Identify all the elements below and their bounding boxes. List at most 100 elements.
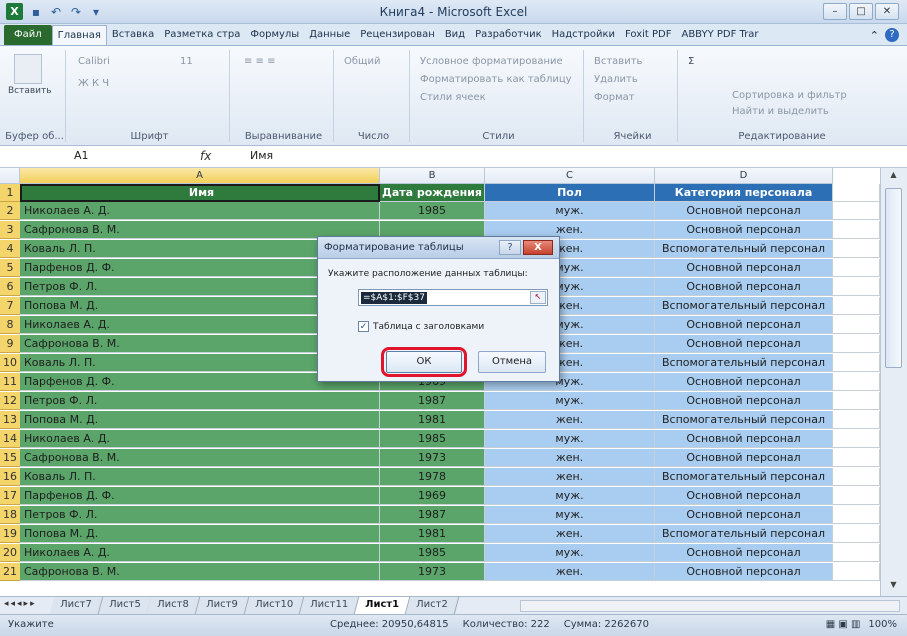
font-name-select[interactable]: Calibri [78,56,110,67]
cell-gender[interactable]: муж. [485,392,655,410]
range-input[interactable]: =$A$1:$F$37 ↖ [358,289,548,306]
cell-name[interactable]: Попова М. Д. [20,525,380,543]
cell-birth-year[interactable]: 1987 [380,392,485,410]
cell-empty[interactable] [833,468,880,486]
help-icon[interactable]: ? [885,28,899,42]
minimize-button[interactable]: – [823,3,847,20]
cell-category[interactable]: Вспомогательный персонал [655,297,833,315]
cell-gender[interactable]: жен. [485,468,655,486]
tab-home[interactable]: Главная [51,25,107,45]
scroll-thumb[interactable] [885,188,902,368]
sheet-tab[interactable]: Лист9 [195,597,250,614]
cell-birth-year[interactable]: 1987 [380,506,485,524]
row-header[interactable]: 9 [0,335,20,353]
cell-empty[interactable] [833,184,880,202]
scroll-down-icon[interactable]: ▼ [885,580,902,594]
row-header[interactable]: 20 [0,544,20,562]
row-header[interactable]: 11 [0,373,20,391]
cell-gender[interactable]: муж. [485,202,655,220]
cell-birth-year[interactable]: 1985 [380,544,485,562]
cell-empty[interactable] [833,335,880,353]
select-all-corner[interactable] [0,168,20,184]
sheet-nav-arrows[interactable]: ◂◂◂▸▸ [4,599,37,609]
cell-styles-button[interactable]: Стили ячеек [420,92,486,103]
row-header[interactable]: 21 [0,563,20,581]
cell-birth-year[interactable]: 1969 [380,487,485,505]
cell-empty[interactable] [833,373,880,391]
sheet-tab[interactable]: Лист10 [244,597,305,614]
cell-gender[interactable]: жен. [485,525,655,543]
cell-category[interactable]: Вспомогательный персонал [655,240,833,258]
cell-name[interactable]: Николаев А. Д. [20,202,380,220]
cell-empty[interactable] [833,392,880,410]
cell-category[interactable]: Основной персонал [655,259,833,277]
column-header-b[interactable]: B [380,168,485,184]
view-buttons[interactable]: ▦ ▣ ▥ [826,619,861,630]
cell-birth-year[interactable]: 1973 [380,449,485,467]
cell-category[interactable]: Вспомогательный персонал [655,411,833,429]
cell-empty[interactable] [833,202,880,220]
row-header[interactable]: 14 [0,430,20,448]
cell-empty[interactable] [833,411,880,429]
row-header[interactable]: 17 [0,487,20,505]
sheet-tab[interactable]: Лист8 [147,597,201,614]
zoom-level[interactable]: 100% [868,619,897,630]
cell-category[interactable]: Вспомогательный персонал [655,525,833,543]
fx-icon[interactable]: fx [200,149,211,163]
cell-gender[interactable]: жен. [485,411,655,429]
format-as-table-button[interactable]: Форматировать как таблицу [420,74,572,85]
cell-gender[interactable]: жен. [485,563,655,581]
sheet-tab[interactable]: Лист11 [299,597,360,614]
cell-name[interactable]: Сафронова В. М. [20,563,380,581]
row-header[interactable]: 16 [0,468,20,486]
cell-empty[interactable] [833,221,880,239]
cell-name[interactable]: Коваль Л. П. [20,468,380,486]
row-header[interactable]: 3 [0,221,20,239]
ok-button[interactable]: ОК [386,351,462,373]
cell-name[interactable]: Попова М. Д. [20,411,380,429]
formula-input[interactable]: Имя [250,149,273,162]
cell-category[interactable]: Основной персонал [655,221,833,239]
collapse-dialog-icon[interactable]: ↖ [530,291,546,304]
row-header[interactable]: 18 [0,506,20,524]
row-header[interactable]: 10 [0,354,20,372]
cell-birth-year[interactable]: 1981 [380,525,485,543]
cell-category[interactable]: Основной персонал [655,449,833,467]
find-select-button[interactable]: Найти и выделить [732,106,829,117]
cell-name[interactable]: Сафронова В. М. [20,449,380,467]
cell-birth-year[interactable]: 1985 [380,430,485,448]
maximize-button[interactable]: □ [849,3,873,20]
cell-birth-year[interactable]: 1985 [380,202,485,220]
spreadsheet-grid[interactable]: A B C D 1 Имя Дата рождения Пол Категори… [0,168,880,596]
cell-name[interactable]: Николаев А. Д. [20,544,380,562]
cell-birth-year[interactable]: 1978 [380,468,485,486]
row-header[interactable]: 6 [0,278,20,296]
cell-category[interactable]: Основной персонал [655,202,833,220]
tab-formulas[interactable]: Формулы [245,25,304,45]
cell-category[interactable]: Основной персонал [655,487,833,505]
cell-empty[interactable] [833,449,880,467]
cell-gender[interactable]: муж. [485,487,655,505]
tab-page-layout[interactable]: Разметка стра [159,25,245,45]
dialog-help-button[interactable]: ? [499,240,521,255]
cell-category[interactable]: Вспомогательный персонал [655,468,833,486]
paste-button[interactable]: Вставить [8,54,52,96]
cell-name[interactable]: Петров Ф. Л. [20,506,380,524]
minimize-ribbon-icon[interactable]: ⌃ [870,29,879,42]
headers-checkbox[interactable]: ✓ [358,321,369,332]
header-cell-category[interactable]: Категория персонала [655,184,833,202]
font-size-select[interactable]: 11 [180,56,193,67]
autosum-icon[interactable]: Σ [688,56,694,67]
cell-empty[interactable] [833,240,880,258]
column-header-c[interactable]: C [485,168,655,184]
cell-category[interactable]: Основной персонал [655,373,833,391]
cell-empty[interactable] [833,430,880,448]
cell-category[interactable]: Основной персонал [655,506,833,524]
conditional-formatting-button[interactable]: Условное форматирование [420,56,563,67]
delete-cells-button[interactable]: Удалить [594,74,638,85]
cell-empty[interactable] [833,525,880,543]
cell-birth-year[interactable]: 1981 [380,411,485,429]
sheet-tab[interactable]: Лист5 [98,597,152,614]
header-cell-birth[interactable]: Дата рождения [380,184,485,202]
sheet-tab[interactable]: Лист2 [405,597,460,614]
